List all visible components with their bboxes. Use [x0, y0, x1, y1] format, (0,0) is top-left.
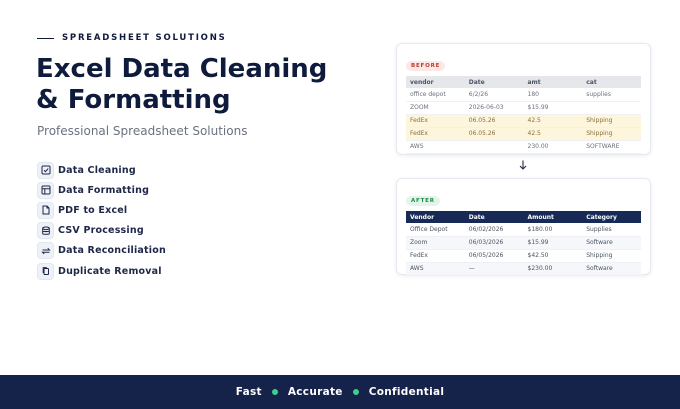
- table-row: Zoom 06/03/2026 $15.99 Software: [406, 236, 641, 250]
- table-cell: Software: [582, 236, 641, 250]
- before-table: vendor Date amt cat office depot 6/2/26 …: [406, 76, 641, 154]
- feature-label: Data Formatting: [58, 184, 150, 196]
- table-row: ZOOM 2026-06-03 $15.99: [406, 101, 641, 115]
- table-cell: 06/03/2026: [464, 236, 524, 250]
- footer-bar: Fast Accurate Confidential: [0, 375, 680, 409]
- table-cell: Software: [582, 262, 641, 276]
- feature-item-data-formatting: Data Formatting: [37, 180, 166, 200]
- table-cell: 06.05.26: [464, 114, 524, 128]
- table-cell: Supplies: [582, 223, 641, 237]
- feature-item-data-cleaning: Data Cleaning: [37, 160, 166, 180]
- table-cell: Shipping: [582, 127, 641, 141]
- feature-label: Duplicate Removal: [58, 265, 162, 277]
- table-header-row: vendor Date amt cat: [406, 76, 641, 88]
- feature-item-duplicate-removal: Duplicate Removal: [37, 261, 166, 281]
- eyebrow-text: SPREADSHEET SOLUTIONS: [62, 33, 227, 43]
- table-cell: 06/02/2026: [464, 223, 524, 237]
- table-row: AWS — $230.00 Software: [406, 262, 641, 276]
- feature-label: Data Reconciliation: [58, 245, 166, 257]
- footer-item-fast: Fast: [235, 386, 262, 398]
- sync-arrows-icon: [37, 242, 54, 260]
- column-header: cat: [582, 76, 641, 88]
- table-cell: FedEx: [406, 249, 465, 263]
- copy-icon: [37, 262, 54, 280]
- table-row: Office Depot 06/02/2026 $180.00 Supplies: [406, 223, 641, 237]
- table-cell: [582, 101, 641, 115]
- database-icon: [37, 222, 54, 240]
- table-cell: supplies: [582, 88, 641, 102]
- table-cell: ZOOM: [406, 101, 465, 115]
- table-row: office depot 6/2/26 180 supplies: [406, 88, 641, 102]
- footer-item-confidential: Confidential: [368, 386, 445, 398]
- feature-label: CSV Processing: [58, 225, 144, 237]
- table-cell: AWS: [406, 140, 465, 154]
- feature-item-csv-processing: CSV Processing: [37, 221, 166, 241]
- title-line-2: & Formatting: [36, 85, 231, 115]
- column-header: Amount: [523, 211, 583, 223]
- column-header: Category: [582, 211, 641, 223]
- table-cell: 180: [523, 88, 583, 102]
- table-cell: Office Depot: [406, 223, 465, 237]
- table-cell: SOFTWARE: [582, 140, 641, 154]
- table-cell: Shipping: [582, 114, 641, 128]
- table-cell: 230.00: [523, 140, 583, 154]
- before-card: BEFORE vendor Date amt cat office depot …: [396, 43, 651, 155]
- table-cell: office depot: [406, 88, 465, 102]
- table-cell: 2026-06-03: [464, 101, 524, 115]
- column-header: amt: [523, 76, 583, 88]
- table-row-duplicate: FedEx 06.05.26 42.5 Shipping: [406, 114, 641, 128]
- table-cell: —: [464, 262, 524, 276]
- table-cell: AWS: [406, 262, 465, 276]
- table-cell: Shipping: [582, 249, 641, 263]
- table-cell: $42.50: [523, 249, 583, 263]
- after-badge: AFTER: [406, 196, 440, 206]
- checkbox-icon: [37, 161, 54, 179]
- feature-item-pdf-to-excel: PDF to Excel: [37, 200, 166, 220]
- table-cell: FedEx: [406, 114, 465, 128]
- title-line-1: Excel Data Cleaning: [36, 54, 328, 84]
- table-cell: 6/2/26: [464, 88, 524, 102]
- table-row: AWS 230.00 SOFTWARE: [406, 140, 641, 154]
- subtitle: Professional Spreadsheet Solutions: [37, 124, 248, 138]
- eyebrow: SPREADSHEET SOLUTIONS: [37, 33, 227, 43]
- table-cell: $15.99: [523, 101, 583, 115]
- table-cell: 42.5: [523, 114, 583, 128]
- table-layout-icon: [37, 181, 54, 199]
- table-cell: 06/05/2026: [464, 249, 524, 263]
- after-table: Vendor Date Amount Category Office Depot…: [406, 211, 641, 276]
- footer-item-accurate: Accurate: [287, 386, 343, 398]
- document-icon: [37, 201, 54, 219]
- table-cell: FedEx: [406, 127, 465, 141]
- table-cell: $180.00: [523, 223, 583, 237]
- table-cell: $230.00: [523, 262, 583, 276]
- table-header-row: Vendor Date Amount Category: [406, 211, 641, 223]
- feature-list: Data Cleaning Data Formatting PDF to Exc…: [37, 160, 166, 281]
- feature-label: PDF to Excel: [58, 204, 128, 216]
- feature-item-data-reconciliation: Data Reconciliation: [37, 241, 166, 261]
- page-title: Excel Data Cleaning & Formatting: [36, 54, 356, 116]
- column-header: vendor: [406, 76, 465, 88]
- bullet-dot-icon: [352, 389, 359, 395]
- after-card: AFTER Vendor Date Amount Category Office…: [396, 178, 651, 276]
- arrow-down-icon: [519, 160, 527, 170]
- table-cell: [464, 140, 524, 154]
- feature-label: Data Cleaning: [58, 164, 136, 176]
- bullet-dot-icon: [271, 389, 278, 395]
- table-cell: 42.5: [523, 127, 583, 141]
- table-row-duplicate: FedEx 06.05.26 42.5 Shipping: [406, 127, 641, 141]
- table-row: FedEx 06/05/2026 $42.50 Shipping: [406, 249, 641, 263]
- before-badge: BEFORE: [406, 61, 446, 71]
- column-header: Date: [464, 76, 524, 88]
- column-header: Date: [464, 211, 524, 223]
- table-cell: 06.05.26: [464, 127, 524, 141]
- column-header: Vendor: [406, 211, 465, 223]
- table-cell: $15.99: [523, 236, 583, 250]
- eyebrow-line: [37, 37, 54, 39]
- table-cell: Zoom: [406, 236, 465, 250]
